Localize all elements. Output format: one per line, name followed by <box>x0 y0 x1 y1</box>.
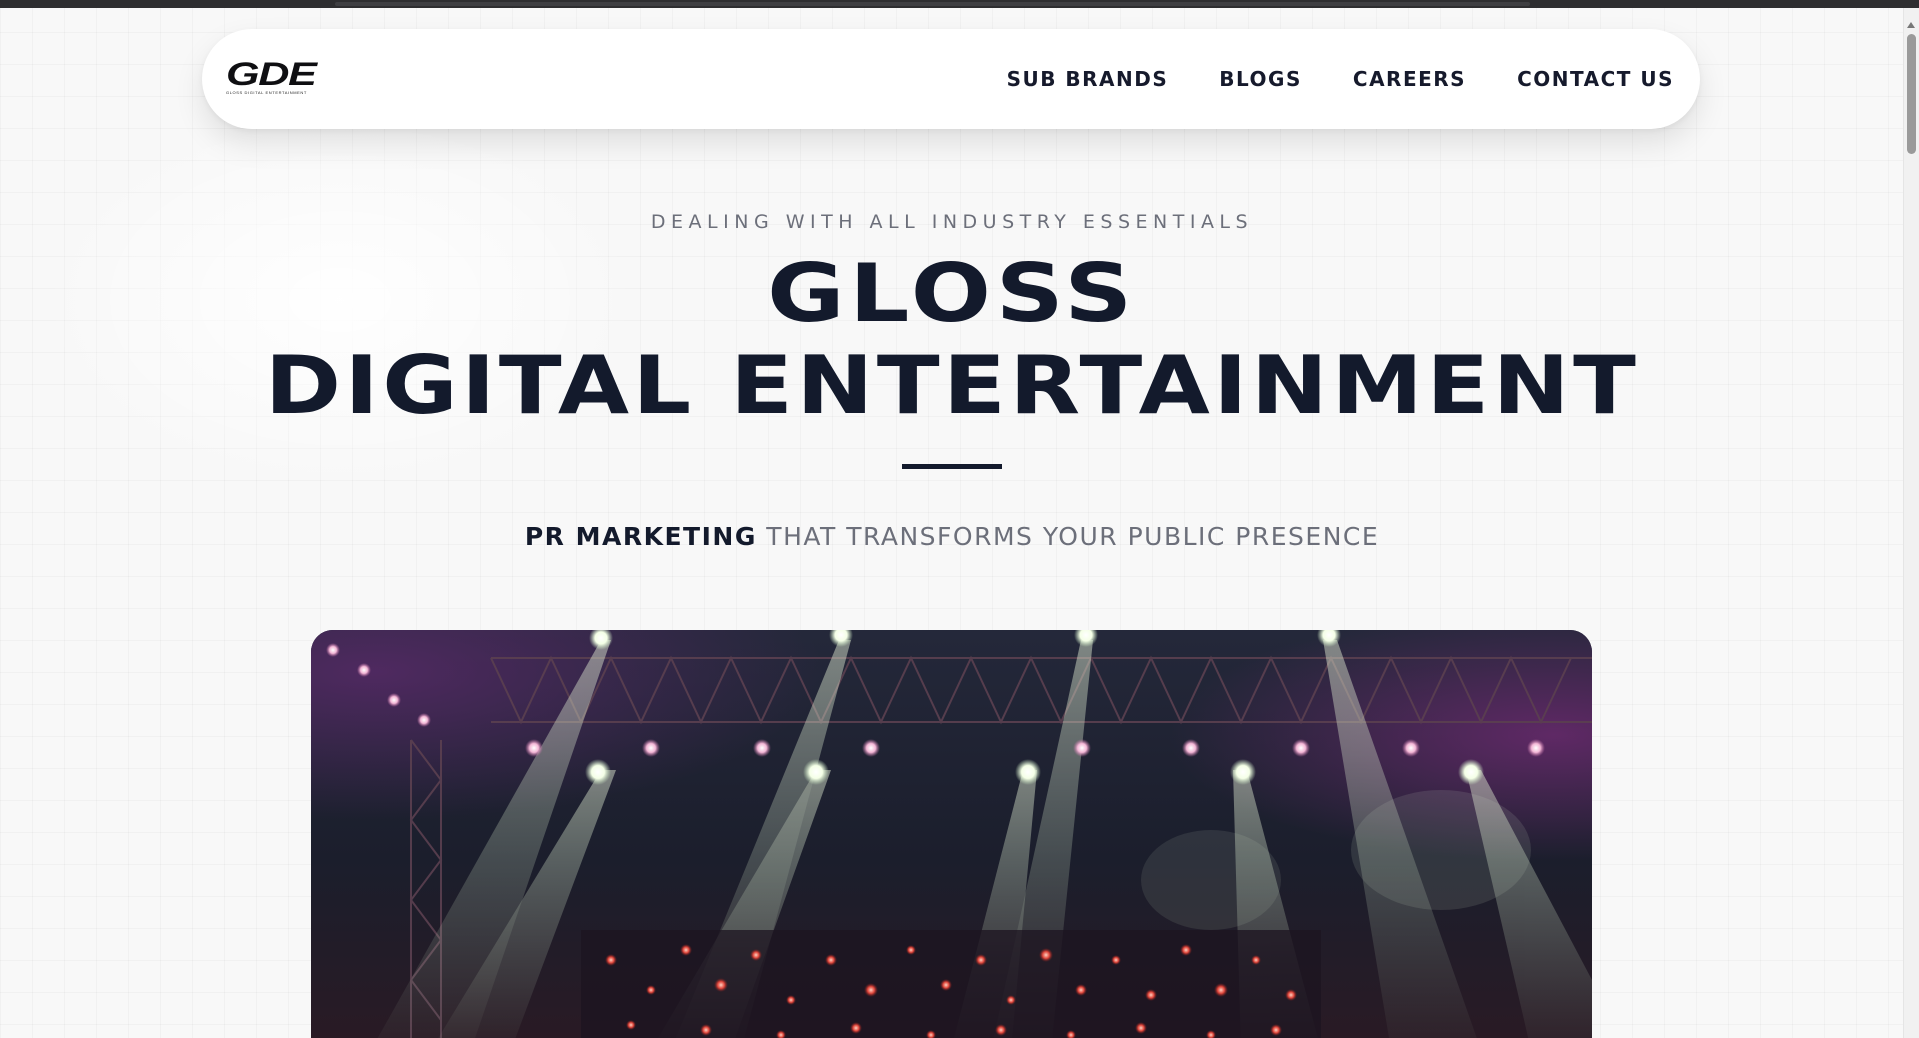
scroll-up-arrow-icon[interactable] <box>1907 22 1915 28</box>
hero-title-line-2: DIGITAL ENTERTAINMENT <box>264 339 1640 432</box>
nav-link-sub-brands[interactable]: SUB BRANDS <box>1007 67 1169 91</box>
horizontal-scroll-indicator <box>335 2 1530 6</box>
nav-link-careers[interactable]: CAREERS <box>1353 67 1466 91</box>
hero-divider <box>902 464 1002 469</box>
nav-link-contact-us[interactable]: CONTACT US <box>1517 67 1674 91</box>
window-top-strip <box>0 0 1919 8</box>
scroll-thumb[interactable] <box>1907 34 1916 154</box>
tagline-rest: THAT TRANSFORMS YOUR PUBLIC PRESENCE <box>756 522 1380 551</box>
tagline-highlight: PR MARKETING <box>524 522 757 551</box>
nav-links: SUB BRANDS BLOGS CAREERS CONTACT US <box>1007 29 1674 129</box>
gde-logo[interactable]: GDE GLOSS DIGITAL ENTERTAINMENT <box>226 58 326 99</box>
hero-title: GLOSS DIGITAL ENTERTAINMENT <box>0 248 1904 432</box>
logo-mark: GDE <box>226 56 317 92</box>
vertical-scrollbar[interactable] <box>1903 8 1919 1038</box>
hero-title-line-1: GLOSS <box>767 247 1137 340</box>
navbar: GDE GLOSS DIGITAL ENTERTAINMENT SUB BRAN… <box>202 29 1700 129</box>
browser-viewport: GDE GLOSS DIGITAL ENTERTAINMENT SUB BRAN… <box>0 0 1919 1038</box>
hero-eyebrow: DEALING WITH ALL INDUSTRY ESSENTIALS <box>650 211 1254 233</box>
nav-link-blogs[interactable]: BLOGS <box>1219 67 1302 91</box>
hero-tagline: PR MARKETING THAT TRANSFORMS YOUR PUBLIC… <box>0 522 1904 551</box>
hero-concert-image <box>311 630 1592 1038</box>
